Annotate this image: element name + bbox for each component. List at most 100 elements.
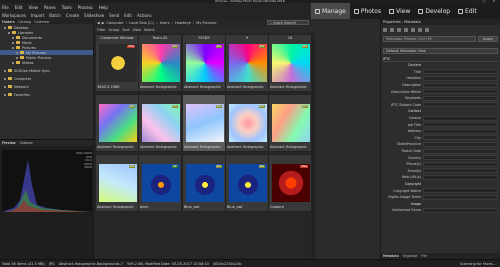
tag-icon[interactable] — [397, 27, 401, 32]
checkbox[interactable] — [12, 61, 14, 64]
select-button[interactable]: Select — [144, 28, 155, 32]
metadata-field-input[interactable] — [423, 95, 498, 101]
metadata-field-input[interactable] — [423, 148, 498, 154]
checkbox[interactable] — [4, 85, 6, 88]
menu-panes[interactable]: Panes — [44, 5, 56, 10]
tab-photos[interactable]: Photos — [350, 3, 385, 19]
folder-tree-item[interactable]: Network — [0, 84, 93, 89]
quick-search-input[interactable]: ⌕ Quick Search — [267, 20, 309, 25]
toolbar-workspaces[interactable]: Workspaces — [2, 13, 26, 18]
sort-button[interactable]: Sort — [122, 28, 129, 32]
tab-file[interactable]: File — [421, 254, 427, 258]
toolbar-import[interactable]: Import — [31, 13, 44, 18]
breadcrumb-folder[interactable]: My Pictures — [196, 21, 216, 25]
category-icon[interactable] — [404, 27, 408, 32]
metadata-field-input[interactable] — [423, 174, 498, 180]
thumbnail-item[interactable]: GIF blink — [138, 154, 182, 212]
checkbox[interactable] — [4, 77, 6, 80]
thumbnail-item[interactable]: JPG Abstract Holographic Bac... — [138, 94, 182, 152]
folder-tree-item[interactable]: ACDSee Mobile Sync — [0, 68, 93, 73]
thumbnail-item[interactable]: Team-05 JPG Abstract Holographic Bac... — [138, 34, 182, 92]
metadata-field-input[interactable] — [423, 207, 498, 213]
metadata-field-input[interactable] — [423, 135, 498, 141]
checkbox[interactable] — [16, 51, 18, 54]
toolbar-send[interactable]: Send — [109, 13, 119, 18]
apply-button[interactable]: Apply — [478, 36, 498, 42]
menu-view[interactable]: View — [28, 5, 38, 10]
toolbar-slideshow[interactable]: Slideshow — [84, 13, 104, 18]
metadata-field-input[interactable] — [423, 75, 498, 81]
tab-view[interactable]: View — [385, 3, 414, 19]
thumbnail-item[interactable]: JPG Blue_owl — [182, 154, 226, 212]
toolbar-actions[interactable]: Actions — [137, 13, 152, 18]
tab-folders[interactable]: Folders — [2, 20, 15, 24]
metadata-field-input[interactable] — [423, 122, 498, 128]
folder-tree-item[interactable]: Favorites — [0, 92, 93, 97]
metadata-field-input[interactable] — [423, 102, 498, 108]
tab-calendar[interactable]: Calendar — [34, 20, 50, 24]
breadcrumb-user[interactable]: Hawkeye — [175, 21, 191, 25]
tab-organize[interactable]: Organize — [403, 254, 418, 258]
checkbox[interactable] — [16, 56, 18, 59]
thumbnail-item[interactable]: JPG Abstract Holographic Bac... — [95, 154, 139, 212]
tab-sidebar[interactable]: Sidebar — [20, 141, 33, 145]
thumbnail-item[interactable]: JPG Abstract Holographic Bac... — [182, 94, 226, 152]
tab-edit[interactable]: Edit — [454, 3, 481, 19]
thumbnail-item[interactable]: JPG Abstract Holographic Bac... — [268, 94, 311, 152]
rating-icon[interactable] — [383, 27, 387, 32]
scrollbar[interactable] — [311, 33, 315, 259]
thumbnail-item[interactable]: Customize Window PNG 3840 X 2386 — [95, 34, 139, 92]
metadata-view-dropdown[interactable]: Default Metadata View — [383, 48, 498, 54]
metadata-field-input[interactable] — [423, 141, 498, 147]
metadata-field-input[interactable] — [423, 168, 498, 174]
keyword-icon[interactable] — [411, 27, 415, 32]
folder-tree-item[interactable]: Computer — [0, 76, 93, 81]
metadata-field-input[interactable] — [423, 155, 498, 161]
checkbox[interactable] — [4, 26, 6, 29]
tab-preview[interactable]: Preview — [2, 141, 16, 145]
thumbnail-item[interactable]: JPG Abstract Holographic Bac... — [225, 94, 269, 152]
location-icon[interactable] — [418, 27, 422, 32]
group-button[interactable]: Group — [109, 28, 120, 32]
toolbar-edit[interactable]: Edit — [124, 13, 132, 18]
metadata-field-input[interactable] — [423, 161, 498, 167]
metadata-field-input[interactable] — [423, 89, 498, 95]
breadcrumb-computer[interactable]: Computer — [106, 21, 123, 25]
menu-help[interactable]: Help — [99, 5, 108, 10]
breadcrumb-disk[interactable]: Local Disk (C:) — [129, 21, 154, 25]
tab-catalog[interactable]: Catalog — [18, 20, 31, 24]
view-button[interactable]: View — [133, 28, 141, 32]
menu-tools[interactable]: Tools — [62, 5, 72, 10]
tab-metadata[interactable]: Metadata — [383, 254, 399, 258]
thumbnail-item[interactable]: 18 JPG Abstract Holographic Bac... — [268, 34, 311, 92]
metadata-field-input[interactable] — [423, 82, 498, 88]
metadata-field-input[interactable] — [423, 128, 498, 134]
metadata-preset-dropdown[interactable]: Metadata Presets (Ctrl+M) — [383, 36, 476, 42]
thumbnail-item[interactable]: JPG Abstract Holographic Bac... — [95, 94, 139, 152]
menu-process[interactable]: Process — [78, 5, 93, 10]
checkbox[interactable] — [8, 31, 10, 34]
thumbnail-item[interactable]: JPG Blue_owl — [225, 154, 269, 212]
forward-icon[interactable]: ▶ — [102, 21, 105, 25]
checkbox[interactable] — [4, 69, 6, 72]
checkbox[interactable] — [12, 46, 14, 49]
menu-edit[interactable]: Edit — [15, 5, 23, 10]
folder-tree-item[interactable]: Videos — [0, 60, 93, 65]
metadata-field-input[interactable] — [423, 69, 498, 75]
menu-file[interactable]: File — [2, 5, 9, 10]
label-icon[interactable] — [390, 27, 394, 32]
thumbnail-item[interactable]: PNG Capture — [268, 154, 311, 212]
back-icon[interactable]: ◀ — [97, 21, 100, 25]
thumbnail-item[interactable]: 9 JPG Abstract Holographic Bac... — [225, 34, 269, 92]
checkbox[interactable] — [12, 41, 14, 44]
breadcrumb-users[interactable]: Users — [160, 21, 170, 25]
toolbar-create[interactable]: Create — [66, 13, 79, 18]
metadata-field-input[interactable] — [423, 115, 498, 121]
checkbox[interactable] — [12, 36, 14, 39]
metadata-field-input[interactable] — [423, 188, 498, 194]
settings-icon[interactable] — [425, 27, 429, 32]
filter-button[interactable]: Filter — [97, 28, 106, 32]
checkbox[interactable] — [4, 93, 6, 96]
thumbnail-item[interactable]: Fli3D9 JPG Abstract Holographic Bac... — [182, 34, 226, 92]
tab-develop[interactable]: Develop — [414, 3, 454, 19]
